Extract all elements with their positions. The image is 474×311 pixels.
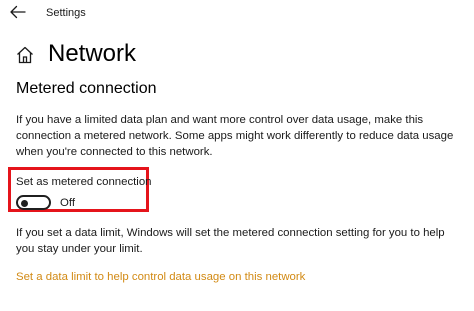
- toggle-state-label: Off: [60, 197, 75, 209]
- section-title: Metered connection: [16, 80, 157, 97]
- page-title: Network: [48, 40, 137, 67]
- set-data-limit-link[interactable]: Set a data limit to help control data us…: [16, 270, 305, 284]
- toggle-knob: [21, 199, 28, 207]
- metered-connection-toggle[interactable]: [16, 195, 51, 210]
- title-bar: Settings: [0, 0, 474, 26]
- metered-toggle-label: Set as metered connection: [16, 176, 152, 188]
- section-description: If you have a limited data plan and want…: [16, 114, 454, 158]
- data-limit-info: If you set a data limit, Windows will se…: [16, 227, 445, 255]
- home-icon[interactable]: [16, 46, 34, 64]
- back-arrow-icon[interactable]: [9, 4, 27, 20]
- app-title: Settings: [46, 7, 86, 19]
